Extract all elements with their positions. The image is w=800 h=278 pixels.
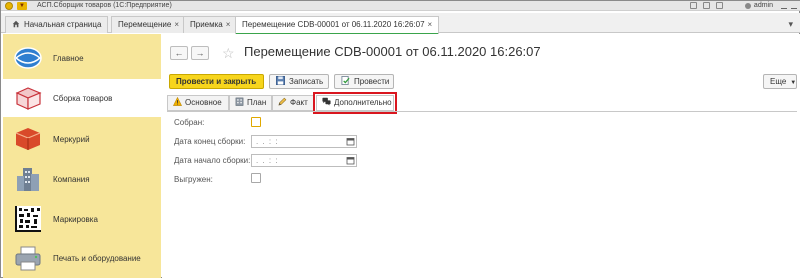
unloaded-checkbox[interactable] <box>251 173 261 183</box>
start-date-value: . . : : <box>256 156 279 165</box>
calendar-icon[interactable] <box>345 155 356 166</box>
collected-label: Собран: <box>174 118 205 127</box>
end-date-value: . . : : <box>256 137 279 146</box>
building-icon <box>235 97 244 106</box>
tab-receipt[interactable]: Приемка × <box>183 16 238 33</box>
post-and-close-button[interactable]: Провести и закрыть <box>169 74 264 89</box>
start-date-label: Дата начало сборки: <box>174 156 251 165</box>
forward-button[interactable]: → <box>191 46 209 60</box>
app-window: ▼ АСП.Сборщик товаров (1С:Предприятие) a… <box>0 0 800 278</box>
sections-sidebar: Главное Сборка товаров Меркурий Компания… <box>3 34 161 278</box>
favorite-star-icon[interactable]: ☆ <box>222 45 235 62</box>
main-menu-arrow-icon[interactable]: ▼ <box>17 2 27 10</box>
tab-additional[interactable]: Дополнительно <box>313 92 397 114</box>
chevron-down-icon: ▼ <box>790 80 797 86</box>
sidebar-item-assembly[interactable]: Сборка товаров <box>3 79 161 117</box>
datamatrix-icon <box>15 206 41 232</box>
notifications-icon[interactable] <box>690 2 697 9</box>
tab-plan-label: План <box>247 98 267 107</box>
sidebar-item-label: Маркировка <box>53 214 98 224</box>
tab-main[interactable]: Основное <box>167 95 229 111</box>
sidebar-item-label: Меркурий <box>53 134 90 144</box>
tab-home[interactable]: Начальная страница <box>5 16 109 33</box>
close-icon[interactable]: × <box>428 20 433 29</box>
page-title: Перемещение CDB-00001 от 06.11.2020 16:2… <box>244 44 541 59</box>
tab-transfer-list[interactable]: Перемещение × <box>111 16 186 33</box>
tab-label: Перемещение CDB-00001 от 06.11.2020 16:2… <box>242 20 425 29</box>
save-button-label: Записать <box>289 77 324 86</box>
pencil-icon <box>278 97 287 106</box>
app-logo-icon[interactable] <box>5 2 13 10</box>
tab-fact-label: Факт <box>290 98 308 107</box>
title-bar: ▼ АСП.Сборщик товаров (1С:Предприятие) a… <box>1 1 800 11</box>
close-icon[interactable]: × <box>226 20 231 29</box>
close-icon[interactable]: × <box>174 20 179 29</box>
collected-checkbox[interactable] <box>251 117 261 127</box>
maximize-icon[interactable] <box>791 2 797 9</box>
post-document-icon <box>341 76 350 85</box>
tab-fact[interactable]: Факт <box>272 95 314 111</box>
sidebar-item-label: Печать и оборудование <box>53 253 141 263</box>
sidebar-item-label: Сборка товаров <box>53 93 113 103</box>
tab-transfer-document[interactable]: Перемещение CDB-00001 от 06.11.2020 16:2… <box>235 16 440 35</box>
favorites-icon[interactable] <box>716 2 723 9</box>
minimize-icon[interactable] <box>781 2 787 9</box>
tab-additional-label: Дополнительно <box>334 98 392 107</box>
home-icon <box>12 20 20 28</box>
tabs-menu-icon[interactable]: ▾ <box>788 19 793 30</box>
more-actions-label: Еще <box>770 77 787 86</box>
sidebar-item-main[interactable]: Главное <box>3 39 161 77</box>
tab-label: Начальная страница <box>24 20 102 29</box>
tab-main-label: Основное <box>185 98 222 107</box>
calendar-icon[interactable] <box>345 136 356 147</box>
more-actions-button[interactable]: Еще ▼ <box>763 74 797 89</box>
tab-label: Перемещение <box>118 20 172 29</box>
post-button-label: Провести <box>354 77 390 86</box>
sidebar-item-label: Компания <box>53 174 90 184</box>
printer-icon <box>15 246 41 271</box>
sidebar-item-mercury[interactable]: Меркурий <box>3 120 161 158</box>
sidebar-item-marking[interactable]: Маркировка <box>3 200 161 238</box>
globe-icon <box>14 47 42 69</box>
end-date-field[interactable]: . . : : <box>251 135 357 148</box>
floppy-disk-icon <box>276 76 285 85</box>
open-windows-tabstrip: Начальная страница Перемещение × Приемка ×… <box>1 13 800 35</box>
post-button[interactable]: Провести <box>334 74 394 89</box>
document-form: ← → ☆ Перемещение CDB-00001 от 06.11.202… <box>162 34 800 278</box>
comments-icon <box>322 97 331 106</box>
mercury-icon <box>15 128 41 150</box>
window-title: АСП.Сборщик товаров (1С:Предприятие) <box>37 2 172 9</box>
sidebar-item-company[interactable]: Компания <box>3 160 161 198</box>
user-name: admin <box>753 2 773 9</box>
end-date-label: Дата конец сборки: <box>174 137 246 146</box>
unloaded-label: Выгружен: <box>174 175 213 184</box>
warning-icon <box>173 97 182 106</box>
tab-plan[interactable]: План <box>229 95 272 111</box>
start-date-field[interactable]: . . : : <box>251 154 357 167</box>
box-icon <box>15 87 42 110</box>
save-button[interactable]: Записать <box>269 74 329 89</box>
back-button[interactable]: ← <box>170 46 188 60</box>
user-menu[interactable]: admin <box>744 1 773 11</box>
tab-label: Приемка <box>190 20 223 29</box>
history-icon[interactable] <box>703 2 710 9</box>
window-controls <box>781 2 797 9</box>
user-icon <box>744 3 751 9</box>
title-toolbar <box>690 2 723 9</box>
sidebar-item-label: Главное <box>53 53 84 63</box>
buildings-icon <box>17 168 39 191</box>
form-tabs-divider <box>167 111 797 112</box>
sidebar-item-printing[interactable]: Печать и оборудование <box>3 239 161 277</box>
